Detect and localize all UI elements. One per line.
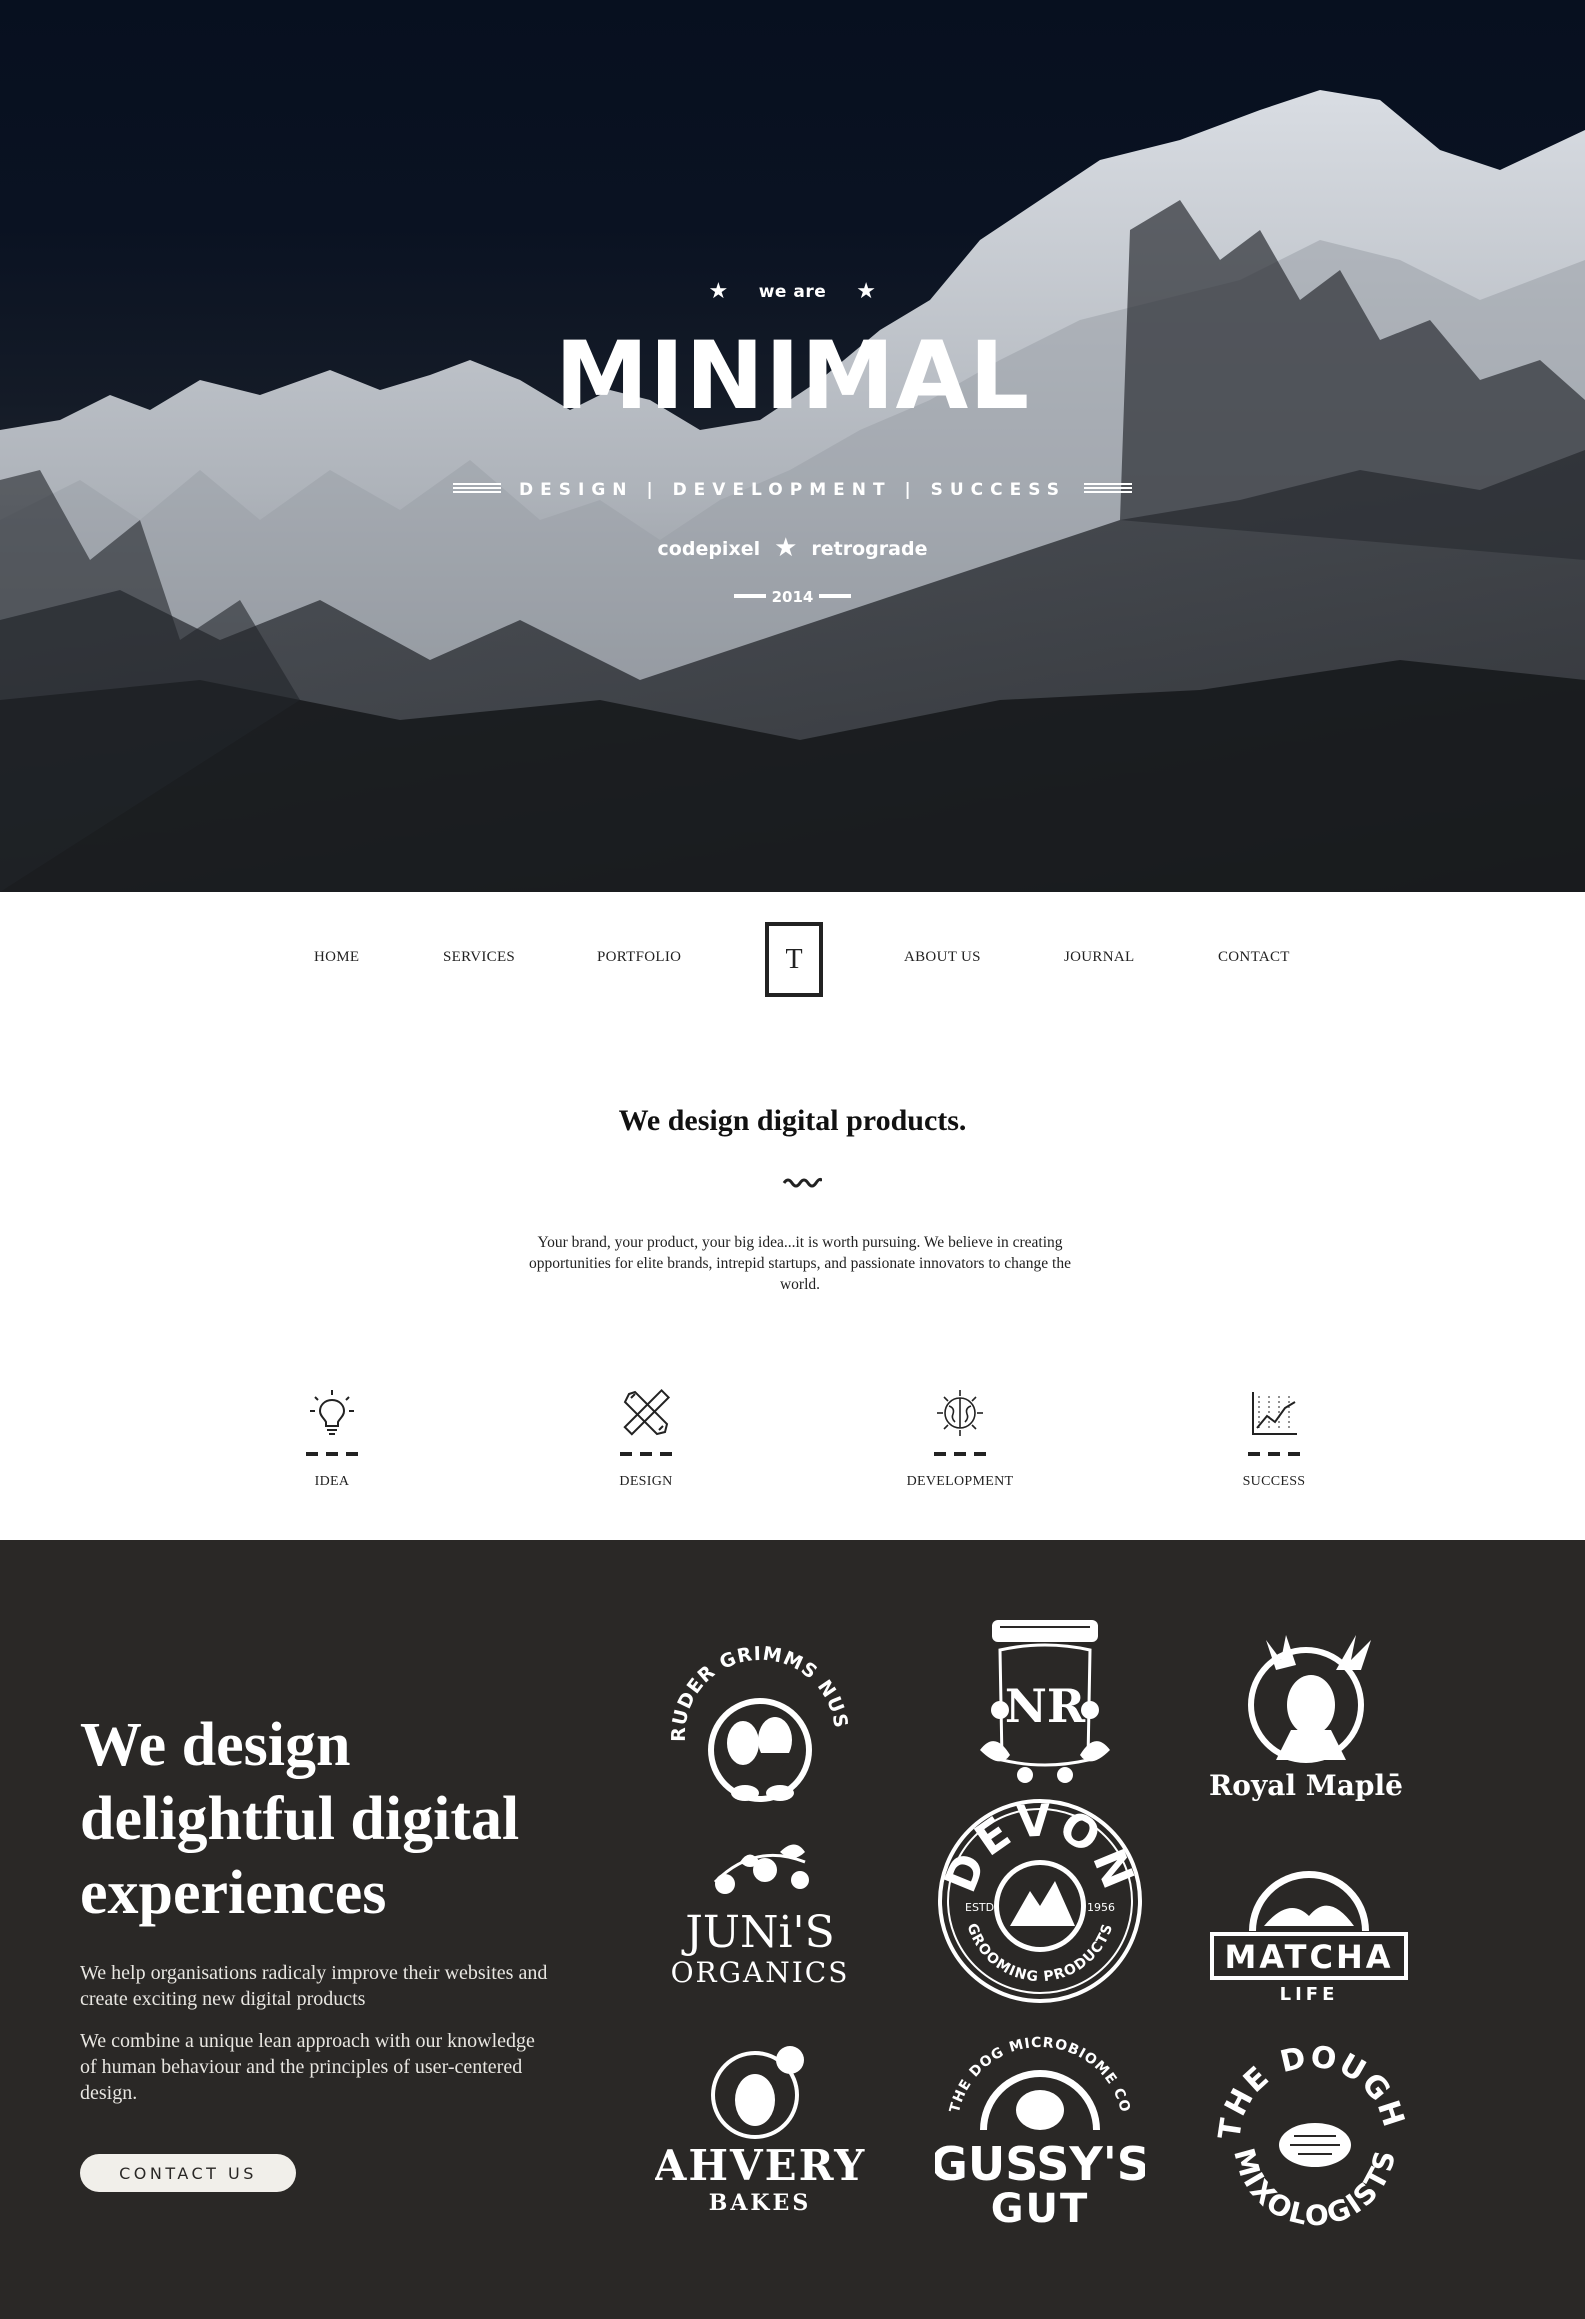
- brand-logo-royal-maple: Royal Maplē: [1206, 1620, 1416, 1810]
- showcase-paragraph-1: We help organisations radicaly improve t…: [80, 1962, 548, 2010]
- hero-title: MINIMAL: [554, 322, 1031, 431]
- hero-banner: ★ we are ★ MINIMAL DESIGN | DEVELOPMENT | …: [0, 0, 1585, 892]
- bruder-grimms-logo: BRUDER GRIMMS NUSSE: [655, 1625, 851, 1802]
- royal-maple-logo: Royal Maplē: [1209, 1635, 1403, 1802]
- contact-us-button[interactable]: CONTACT US: [80, 2154, 296, 2192]
- brand-text: AHVERY: [655, 2141, 865, 2190]
- mountain-background-image: [0, 90, 1585, 892]
- site-logo[interactable]: T: [765, 922, 823, 997]
- brand-logo-junis-organics: JUNi'S ORGANICS: [655, 1822, 865, 2012]
- ahvery-bakes-logo: AHVERY BAKES: [655, 2046, 865, 2216]
- nav-about-us[interactable]: ABOUT US: [904, 949, 981, 966]
- brand-text: ORGANICS: [671, 1956, 850, 1989]
- nav-portfolio[interactable]: PORTFOLIO: [597, 949, 681, 966]
- junis-organics-logo: JUNi'S ORGANICS: [671, 1844, 850, 1989]
- intro-title: We design digital products.: [618, 1104, 967, 1137]
- nav-contact[interactable]: CONTACT: [1218, 949, 1290, 966]
- hero-year: 2014: [0, 588, 1585, 606]
- dash-decoration: [733, 593, 766, 598]
- brand-text: LIFE: [1280, 1984, 1339, 2005]
- nav-home[interactable]: HOME: [314, 949, 359, 966]
- star-icon: ★: [774, 533, 798, 563]
- devon-logo: DEVON ESTD 1956 GROOMING PRODUCTS: [935, 1796, 1142, 2003]
- feature-development: DEVELOPMENT: [860, 1388, 1060, 1490]
- brand-logo-ahvery-bakes: AHVERY BAKES: [655, 2040, 865, 2230]
- hero-tagline: DESIGN | DEVELOPMENT | SUCCESS: [0, 480, 1585, 500]
- brand-logo-matcha-life: MATCHA LIFE: [1204, 1836, 1414, 2026]
- dash-divider: [306, 1452, 358, 1456]
- dough-mixologists-logo: THE DOUGH MIXOLOGISTS: [1212, 2040, 1409, 2232]
- brand-text: MATCHA: [1225, 1938, 1394, 1976]
- pencil-ruler-icon: [623, 1388, 671, 1436]
- pre-title-text: we are: [758, 282, 827, 302]
- hero-pretitle: ★ we are ★: [0, 278, 1585, 304]
- year-text: 2014: [771, 588, 814, 606]
- dash-decoration: [819, 593, 852, 598]
- squiggle-divider-icon: [782, 1177, 822, 1188]
- brand-text: ESTD: [965, 1901, 994, 1914]
- tagline-text: DESIGN | DEVELOPMENT | SUCCESS: [519, 480, 1066, 500]
- nav-journal[interactable]: JOURNAL: [1064, 949, 1134, 966]
- triple-line-decoration: [453, 483, 502, 493]
- brand-text: GUT: [991, 2186, 1090, 2230]
- name-left: codepixel: [657, 538, 761, 560]
- gussys-gut-logo: THE DOG MICROBIOME CO GUSSY'S GUT: [935, 2035, 1145, 2230]
- lightbulb-icon: [310, 1390, 354, 1435]
- star-icon: ★: [856, 279, 877, 304]
- name-right: retrograde: [811, 538, 928, 560]
- brand-logo-dough-mixologists: THE DOUGH MIXOLOGISTS: [1210, 2040, 1420, 2232]
- showcase-section: We design delightful digital experiences…: [0, 1540, 1585, 2319]
- hero-names: codepixel ★ retrograde: [0, 532, 1585, 563]
- matcha-life-logo: MATCHA LIFE: [1210, 1871, 1408, 2005]
- showcase-heading: We design delightful digital experiences: [80, 1711, 520, 1927]
- brand-logo-bruder-grimms: BRUDER GRIMMS NUSSE: [655, 1625, 865, 1815]
- dash-divider: [934, 1452, 986, 1456]
- main-navigation: HOME SERVICES PORTFOLIO T ABOUT US JOURN…: [0, 892, 1585, 1027]
- brand-text: JUNi'S: [681, 1907, 835, 1958]
- brand-logo-nr-monogram: NR: [940, 1610, 1150, 1800]
- brand-logo-devon: DEVON ESTD 1956 GROOMING PRODUCTS: [935, 1796, 1145, 2003]
- feature-label: DESIGN: [619, 1474, 673, 1489]
- chart-icon: [1252, 1392, 1297, 1435]
- feature-success: SUCCESS: [1174, 1388, 1374, 1490]
- feature-label: IDEA: [314, 1474, 350, 1489]
- dash-divider: [1248, 1452, 1300, 1456]
- nr-monogram-logo: NR: [980, 1620, 1110, 1783]
- showcase-paragraph-2: We combine a unique lean approach with o…: [80, 2030, 535, 2104]
- feature-idea: IDEA: [232, 1388, 432, 1490]
- brand-text: GUSSY'S: [935, 2137, 1145, 2191]
- brand-text: Royal Maplē: [1209, 1769, 1403, 1802]
- brand-text: BAKES: [709, 2190, 811, 2216]
- brain-icon: [937, 1390, 983, 1436]
- star-icon: ★: [708, 279, 729, 304]
- feature-design: DESIGN: [546, 1388, 746, 1490]
- brand-text: 1956: [1087, 1901, 1115, 1914]
- dash-divider: [620, 1452, 672, 1456]
- brand-text: NR: [1005, 1679, 1086, 1733]
- triple-line-decoration: [1083, 483, 1132, 493]
- nav-services[interactable]: SERVICES: [443, 949, 515, 966]
- feature-label: SUCCESS: [1242, 1474, 1306, 1489]
- feature-label: DEVELOPMENT: [906, 1474, 1014, 1489]
- brand-logo-gussys-gut: THE DOG MICROBIOME CO GUSSY'S GUT: [935, 2030, 1145, 2230]
- intro-description: Your brand, your product, your big idea.…: [529, 1234, 1071, 1293]
